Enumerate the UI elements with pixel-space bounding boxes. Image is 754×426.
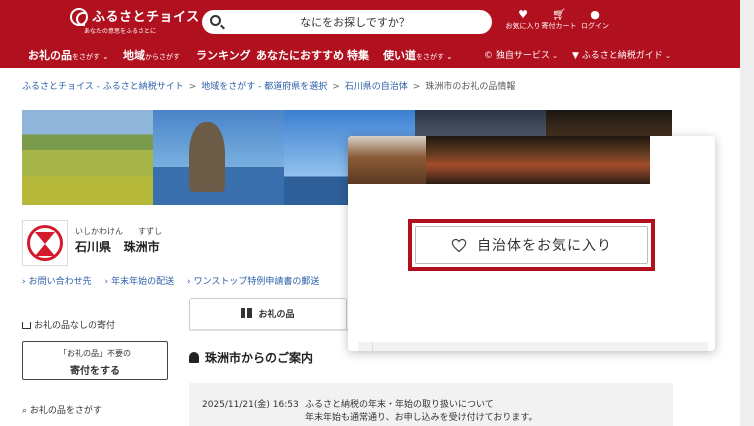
login-label: ログイン <box>581 22 609 30</box>
breadcrumb-prefecture[interactable]: 石川県の自治体 <box>345 82 408 92</box>
no-gift-heading-label: お礼の品なしの寄付 <box>34 321 116 331</box>
nav-recommend[interactable]: あなたにおすすめ <box>256 47 344 63</box>
link-contact-label: お問い合わせ先 <box>28 277 92 287</box>
search-icon <box>210 15 221 26</box>
search-gifts-heading: ⌕ お礼の品をさがす <box>22 403 102 416</box>
no-gift-heading: お礼の品なしの寄付 <box>22 318 115 331</box>
breadcrumb-separator: > <box>188 82 197 92</box>
tab-gifts-label: お礼の品 <box>258 310 295 320</box>
municipality-links: › お問い合わせ先 › 年末年始の配送 › ワンストップ特例申請書の郵送 <box>22 274 329 287</box>
nav-region[interactable]: 地域からさがす <box>123 47 180 63</box>
breadcrumb-separator: > <box>412 82 421 92</box>
tab-gifts[interactable]: お礼の品 <box>189 298 347 330</box>
cart-icon: 🛒︎ <box>552 8 566 21</box>
logo-icon <box>70 8 88 26</box>
municipality-emblem <box>22 220 68 266</box>
nav-region-sub: からさがす <box>145 53 180 61</box>
gift-icon <box>241 308 253 318</box>
nav-gifts-sub: をさがす <box>72 53 100 61</box>
nav-usage-main: 使い道 <box>383 49 416 62</box>
notice-heading: 珠洲市からのご案内 <box>189 349 313 366</box>
breadcrumb: ふるさとチョイス - ふるさと納税サイト > 地域をさがす - 都道府県を選択 > 石川… <box>22 79 515 92</box>
site-header: ふるさとチョイス あなたの意思をふるさとに ♥ お気に入り 🛒︎ 寄付カート ●… <box>0 0 740 68</box>
nav-gifts[interactable]: お礼の品をさがす ⌄ <box>28 47 108 63</box>
nav-gifts-main: お礼の品 <box>28 49 72 62</box>
link-year-end-delivery[interactable]: › 年末年始の配送 <box>105 277 175 287</box>
main-nav: お礼の品をさがす ⌄ 地域からさがす ランキング あなたにおすすめ 特集 使い道… <box>0 44 740 66</box>
favorite-municipality-button[interactable]: 自治体をお気に入り <box>408 219 655 271</box>
nav-original-service-label: 独自サービス <box>495 51 550 61</box>
breadcrumb-current: 珠洲市のお礼の品情報 <box>425 82 516 92</box>
search-icon: ⌕ <box>22 406 28 416</box>
nav-ranking[interactable]: ランキング <box>196 47 251 63</box>
prefecture-name: 石川県 <box>75 240 112 254</box>
heart-outline-icon <box>451 238 467 252</box>
nav-guide[interactable]: ▼ ふるさと納税ガイド ⌄ <box>572 48 671 61</box>
favorite-button-label: 自治体をお気に入り <box>477 238 612 254</box>
login-link[interactable]: ● ログイン <box>580 9 610 31</box>
user-icon: ● <box>590 8 600 21</box>
nav-original-service[interactable]: © 独自サービス ⌄ <box>484 48 558 61</box>
chevron-down-icon: ⌄ <box>444 53 453 61</box>
no-gift-button-line2: 寄付をする <box>70 366 120 377</box>
favorite-button-inner: 自治体をお気に入り <box>415 226 648 264</box>
brand-tagline: あなたの意思をふるさとに <box>84 28 157 35</box>
link-year-end-label: 年末年始の配送 <box>111 277 175 287</box>
heart-icon: ♥ <box>518 8 528 21</box>
search-input[interactable] <box>230 12 480 32</box>
header-actions: ♥ お気に入り 🛒︎ 寄付カート ● ログイン <box>506 8 610 31</box>
site-logo[interactable]: ふるさとチョイス <box>70 8 200 26</box>
chevron-down-icon: ⌄ <box>100 53 109 61</box>
shield-icon: ▼ <box>572 51 579 61</box>
chevron-right-icon: › <box>22 277 26 287</box>
notice-title[interactable]: ふるさと納税の年末・年始の取り扱いについて <box>305 397 494 410</box>
link-contact[interactable]: › お問い合わせ先 <box>22 277 92 287</box>
favorite-popup: 自治体をお気に入り <box>348 136 715 351</box>
search-gifts-label: お礼の品をさがす <box>29 406 102 416</box>
notice-heading-label: 珠洲市からのご案内 <box>205 351 314 365</box>
hero-photo-rice-terraces <box>22 110 153 205</box>
breadcrumb-home[interactable]: ふるさとチョイス - ふるさと納税サイト <box>22 82 184 92</box>
search-bar[interactable] <box>202 10 492 34</box>
city-name: 珠洲市 <box>123 240 160 254</box>
cart-icon <box>22 322 31 329</box>
nav-usage-sub: をさがす <box>416 53 444 61</box>
notice-body: 年末年始も通常通り、お申し込みを受け付けております。 <box>305 413 538 423</box>
prefecture-reading: いしかわけん <box>75 227 123 236</box>
chevron-down-icon: ⌄ <box>549 52 558 60</box>
nav-guide-label: ふるさと納税ガイド <box>581 51 663 61</box>
link-one-stop-mail[interactable]: › ワンストップ特例申請書の郵送 <box>187 277 319 287</box>
popup-photo-festival <box>426 136 650 184</box>
breadcrumb-region[interactable]: 地域をさがす - 都道府県を選択 <box>201 82 327 92</box>
popup-footer <box>358 342 708 351</box>
city-reading: すずし <box>138 227 162 236</box>
favorites-link[interactable]: ♥ お気に入り <box>506 8 541 31</box>
hero-photo-rock-island <box>153 110 284 205</box>
chevron-right-icon: › <box>187 277 191 287</box>
brand-name: ふるさとチョイス <box>92 9 200 25</box>
chevron-right-icon: › <box>104 277 109 287</box>
breadcrumb-separator: > <box>332 82 340 92</box>
chevron-down-icon: ⌄ <box>662 52 671 60</box>
nav-usage[interactable]: 使い道をさがす ⌄ <box>383 47 452 63</box>
popup-photo-strip <box>348 136 650 184</box>
no-gift-donate-button[interactable]: 「お礼の品」不要の 寄付をする <box>22 341 168 380</box>
popup-photo-craft <box>348 136 426 184</box>
link-one-stop-label: ワンストップ特例申請書の郵送 <box>193 277 320 287</box>
bell-icon <box>189 352 199 363</box>
nav-features[interactable]: 特集 <box>347 47 369 63</box>
no-gift-button-line1: 「お礼の品」不要の <box>59 349 131 358</box>
service-icon: © <box>484 51 493 61</box>
municipality-name: 石川県 珠洲市 <box>75 238 160 255</box>
nav-region-main: 地域 <box>123 49 145 62</box>
cart-link[interactable]: 🛒︎ 寄付カート <box>542 8 577 31</box>
notice-date: 2025/11/21(金) 16:53 <box>202 400 299 410</box>
